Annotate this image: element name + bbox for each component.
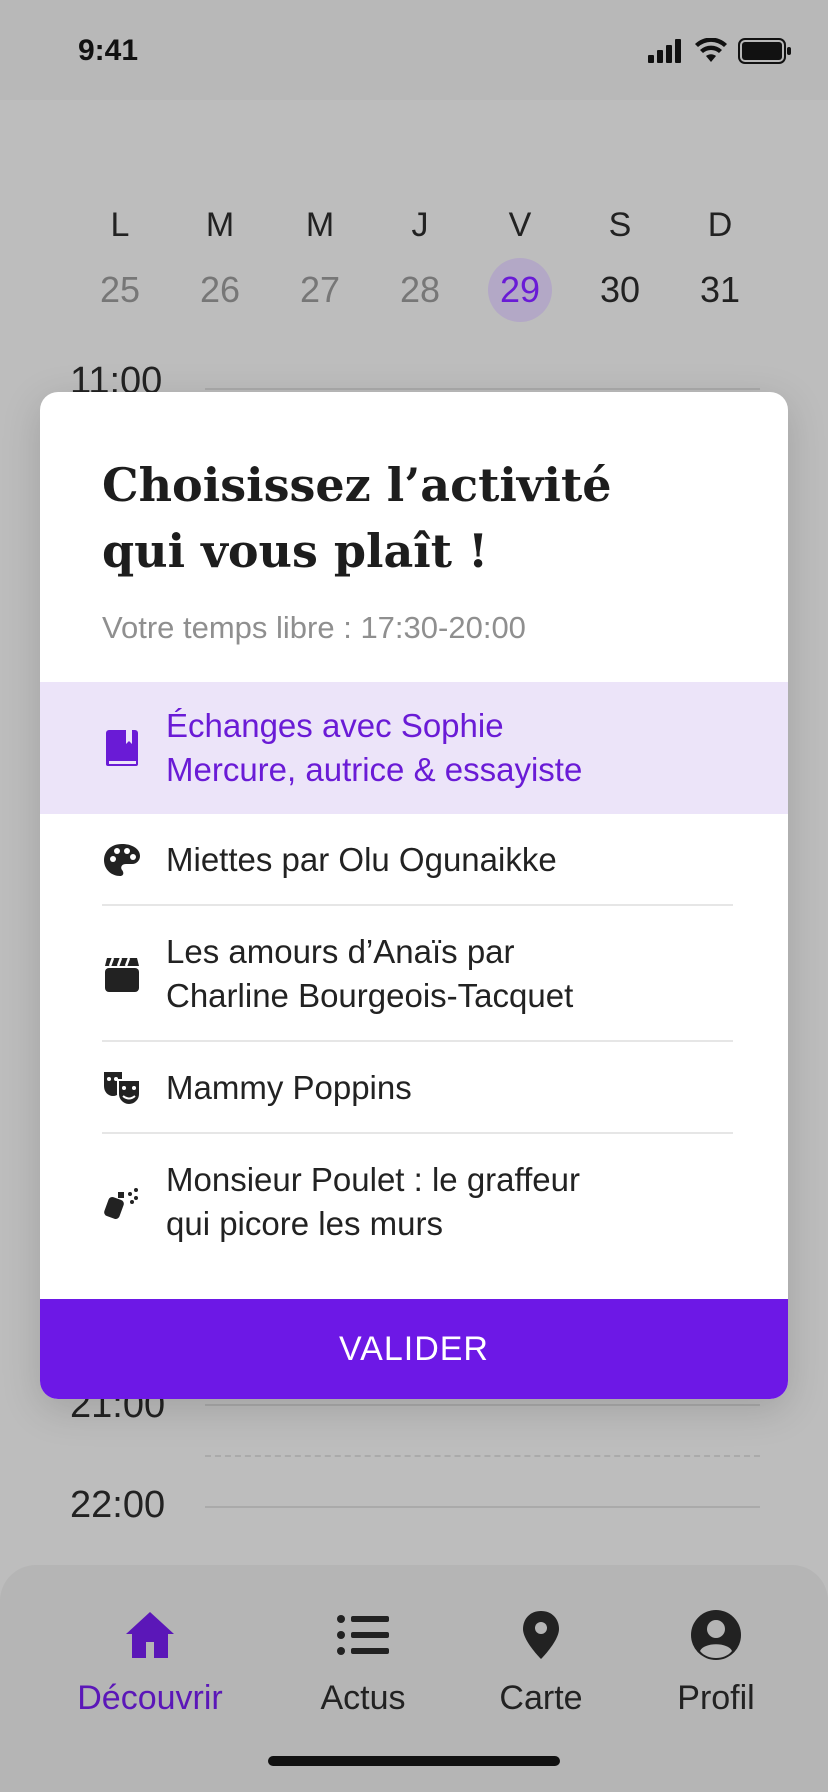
day-sunday[interactable]: D 31	[670, 200, 770, 322]
activity-label-line: Mercure, autrice & essayiste	[166, 751, 583, 788]
week-strip: L 25 M 26 M 27 J 28 V 29 S 30 D 31	[70, 200, 770, 322]
status-time: 9:41	[78, 34, 139, 67]
day-letter: M	[205, 206, 235, 244]
activity-label-line: Les amours d’Anaïs par	[166, 933, 515, 970]
wifi-icon	[695, 38, 727, 62]
day-letter: V	[508, 206, 532, 244]
day-friday[interactable]: V 29	[470, 200, 570, 322]
clapperboard-icon	[102, 954, 142, 994]
tab-profil[interactable]: Profil	[626, 1605, 806, 1718]
tab-decouvrir[interactable]: Découvrir	[60, 1605, 240, 1718]
activity-label-line: qui picore les murs	[166, 1205, 443, 1242]
activity-item-amours-anais[interactable]: Les amours d’Anaïs par Charline Bourgeoi…	[40, 906, 788, 1042]
day-tuesday[interactable]: M 26	[170, 200, 270, 322]
day-number: 30	[599, 269, 641, 310]
time-label: 22:00	[70, 1484, 166, 1526]
home-indicator	[268, 1756, 560, 1766]
modal-title: Choisissez l’activité qui vous plaît !	[102, 452, 722, 584]
palette-icon	[102, 840, 142, 880]
theater-masks-icon	[102, 1068, 142, 1108]
activity-label: Mammy Poppins	[166, 1069, 412, 1106]
tab-label: Découvrir	[77, 1679, 223, 1717]
battery-icon	[738, 38, 791, 64]
time-divider	[205, 1506, 760, 1508]
activity-item-sophie-mercure[interactable]: Échanges avec Sophie Mercure, autrice & …	[40, 682, 788, 814]
day-number: 26	[199, 269, 241, 310]
activity-label: Les amours d’Anaïs par Charline Bourgeoi…	[166, 930, 573, 1018]
day-monday[interactable]: L 25	[70, 200, 170, 322]
activity-label-line: Monsieur Poulet : le graffeur	[166, 1161, 580, 1198]
activity-item-miettes[interactable]: Miettes par Olu Ogunaikke	[40, 814, 788, 906]
user-circle-icon	[626, 1605, 806, 1665]
activity-label: Échanges avec Sophie Mercure, autrice & …	[166, 704, 582, 792]
day-thursday[interactable]: J 28	[370, 200, 470, 322]
day-number: 28	[399, 269, 441, 310]
spray-can-icon	[102, 1182, 142, 1222]
activity-item-mammy-poppins[interactable]: Mammy Poppins	[40, 1042, 788, 1134]
activity-label: Monsieur Poulet : le graffeur qui picore…	[166, 1158, 580, 1246]
status-icons	[648, 34, 792, 68]
home-icon	[60, 1605, 240, 1665]
map-pin-icon	[451, 1605, 631, 1665]
tab-label: Carte	[499, 1679, 583, 1717]
day-number: 31	[699, 269, 741, 310]
day-letter: M	[305, 206, 335, 244]
modal-title-line: qui vous plaît !	[102, 524, 489, 578]
day-letter: S	[608, 206, 632, 244]
tab-carte[interactable]: Carte	[451, 1605, 631, 1718]
list-icon	[273, 1605, 453, 1665]
modal-title-line: Choisissez l’activité	[102, 458, 612, 512]
book-icon	[102, 728, 142, 768]
day-letter: L	[110, 206, 130, 244]
day-number: 27	[299, 269, 341, 310]
time-divider	[205, 1404, 760, 1406]
free-time-subtitle: Votre temps libre : 17:30-20:00	[102, 610, 526, 645]
time-divider	[205, 388, 760, 390]
tab-actus[interactable]: Actus	[273, 1605, 453, 1718]
activity-modal: Choisissez l’activité qui vous plaît ! V…	[40, 392, 788, 1399]
cellular-signal-icon	[648, 39, 681, 63]
activity-label-line: Charline Bourgeois-Tacquet	[166, 977, 574, 1014]
status-bar: 9:41	[0, 0, 828, 100]
activity-item-monsieur-poulet[interactable]: Monsieur Poulet : le graffeur qui picore…	[40, 1134, 788, 1270]
validate-button[interactable]: VALIDER	[40, 1299, 788, 1399]
day-number-selected: 29	[488, 258, 552, 322]
activity-list: Échanges avec Sophie Mercure, autrice & …	[40, 682, 788, 1270]
activity-label: Miettes par Olu Ogunaikke	[166, 841, 557, 878]
tab-label: Profil	[677, 1679, 755, 1717]
day-letter: J	[411, 206, 429, 244]
time-divider-half	[205, 1455, 760, 1457]
day-number: 25	[99, 269, 141, 310]
day-wednesday[interactable]: M 27	[270, 200, 370, 322]
day-letter: D	[707, 206, 733, 244]
activity-label-line: Échanges avec Sophie	[166, 707, 504, 744]
day-saturday[interactable]: S 30	[570, 200, 670, 322]
tab-label: Actus	[320, 1679, 406, 1717]
